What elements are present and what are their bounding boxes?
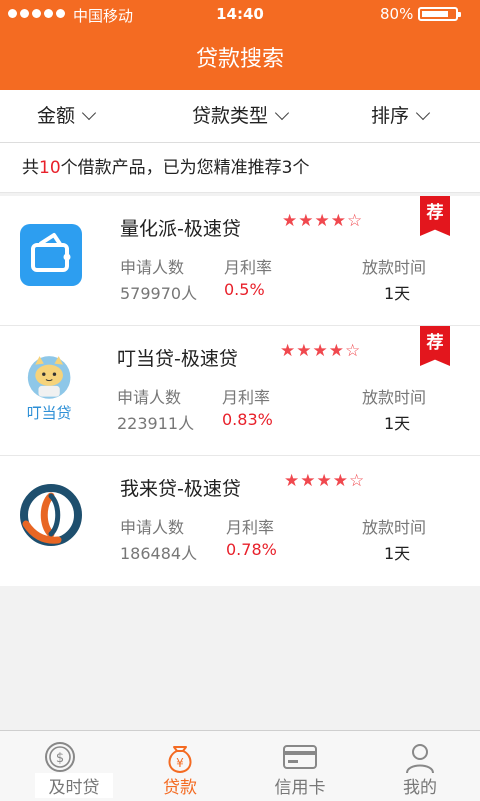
rate-label: 月利率 bbox=[226, 518, 275, 537]
applicants-label: 申请人数 bbox=[120, 258, 185, 277]
product-name: 叮当贷-极速贷 bbox=[117, 348, 238, 370]
loan-time-value: 1天 bbox=[384, 414, 411, 433]
coin-icon: $ bbox=[45, 742, 75, 772]
rating-stars-icon: ★★★★☆ bbox=[282, 211, 364, 231]
status-bar: 中国移动 14:40 80% bbox=[0, 0, 480, 30]
product-list: 量化派-极速贷 ★★★★☆ 荐 申请人数 月利率 放款时间 579970人 0.… bbox=[0, 196, 480, 586]
filter-bar: 金额 贷款类型 排序 bbox=[0, 90, 480, 143]
recommend-badge: 荐 bbox=[420, 326, 450, 366]
product-name: 量化派-极速贷 bbox=[120, 218, 241, 240]
filter-amount[interactable]: 金额 bbox=[37, 90, 97, 142]
applicants-label: 申请人数 bbox=[117, 388, 182, 407]
rate-value: 0.5% bbox=[224, 280, 265, 299]
dingdangdai-logo: 叮当贷 bbox=[27, 356, 72, 422]
money-bag-icon: ¥ bbox=[168, 746, 192, 774]
tab-me[interactable]: 我的 bbox=[360, 731, 480, 801]
product-card[interactable]: 量化派-极速贷 ★★★★☆ 荐 申请人数 月利率 放款时间 579970人 0.… bbox=[0, 196, 480, 326]
rate-label: 月利率 bbox=[224, 258, 273, 277]
header: 中国移动 14:40 80% 贷款搜索 bbox=[0, 0, 480, 90]
bottom-tab-bar: $ 及时贷 ¥ 贷款 信用卡 我的 bbox=[0, 730, 480, 801]
tab-label: 我的 bbox=[403, 778, 437, 798]
recommend-badge: 荐 bbox=[420, 196, 450, 236]
wallet-icon bbox=[20, 224, 82, 286]
loan-time-value: 1天 bbox=[384, 284, 411, 303]
tab-label: 及时贷 bbox=[35, 773, 113, 798]
applicants-value: 223911人 bbox=[117, 414, 195, 433]
applicants-value: 186484人 bbox=[120, 544, 198, 563]
loan-time-label: 放款时间 bbox=[362, 388, 427, 407]
result-summary: 共10个借款产品，已为您精准推荐3个 bbox=[0, 143, 480, 193]
summary-count: 10 bbox=[39, 158, 61, 178]
person-icon bbox=[406, 744, 434, 774]
applicants-label: 申请人数 bbox=[120, 518, 185, 537]
rate-value: 0.78% bbox=[226, 540, 277, 559]
rating-stars-icon: ★★★★☆ bbox=[280, 341, 362, 361]
credit-card-icon bbox=[283, 745, 317, 769]
chevron-down-icon bbox=[81, 105, 97, 121]
product-card[interactable]: 叮当贷 叮当贷-极速贷 ★★★★☆ 荐 申请人数 月利率 放款时间 223911… bbox=[0, 326, 480, 456]
loan-time-value: 1天 bbox=[384, 544, 411, 563]
rate-value: 0.83% bbox=[222, 410, 273, 429]
svg-text:$: $ bbox=[56, 751, 64, 766]
filter-amount-label: 金额 bbox=[37, 105, 76, 127]
applicants-value: 579970人 bbox=[120, 284, 198, 303]
chevron-down-icon bbox=[274, 105, 290, 121]
tab-label: 贷款 bbox=[163, 778, 197, 798]
summary-prefix: 共 bbox=[22, 158, 39, 178]
product-card[interactable]: 我来贷-极速贷 ★★★★☆ 申请人数 月利率 放款时间 186484人 0.78… bbox=[0, 456, 480, 586]
tab-label: 信用卡 bbox=[274, 778, 326, 798]
product-name: 我来贷-极速贷 bbox=[120, 478, 241, 500]
tab-jishidai[interactable]: $ 及时贷 bbox=[0, 731, 120, 801]
filter-loan-type[interactable]: 贷款类型 bbox=[192, 90, 290, 142]
rate-label: 月利率 bbox=[222, 388, 271, 407]
filter-loan-type-label: 贷款类型 bbox=[192, 105, 269, 127]
loan-time-label: 放款时间 bbox=[362, 258, 427, 277]
rating-stars-icon: ★★★★☆ bbox=[284, 471, 366, 491]
filter-sort[interactable]: 排序 bbox=[371, 90, 431, 142]
loan-time-label: 放款时间 bbox=[362, 518, 427, 537]
summary-suffix: 个借款产品，已为您精准推荐3个 bbox=[60, 158, 310, 178]
logo-text: 叮当贷 bbox=[27, 404, 72, 422]
svg-text:¥: ¥ bbox=[176, 756, 184, 770]
filter-sort-label: 排序 bbox=[371, 105, 410, 127]
page-title: 贷款搜索 bbox=[195, 47, 284, 72]
battery-icon bbox=[418, 7, 461, 21]
wolaidai-logo bbox=[20, 484, 82, 546]
battery-percent: 80% bbox=[380, 5, 414, 23]
tab-credit-card[interactable]: 信用卡 bbox=[240, 731, 360, 801]
chevron-down-icon bbox=[415, 105, 431, 121]
tab-loan[interactable]: ¥ 贷款 bbox=[120, 731, 240, 801]
